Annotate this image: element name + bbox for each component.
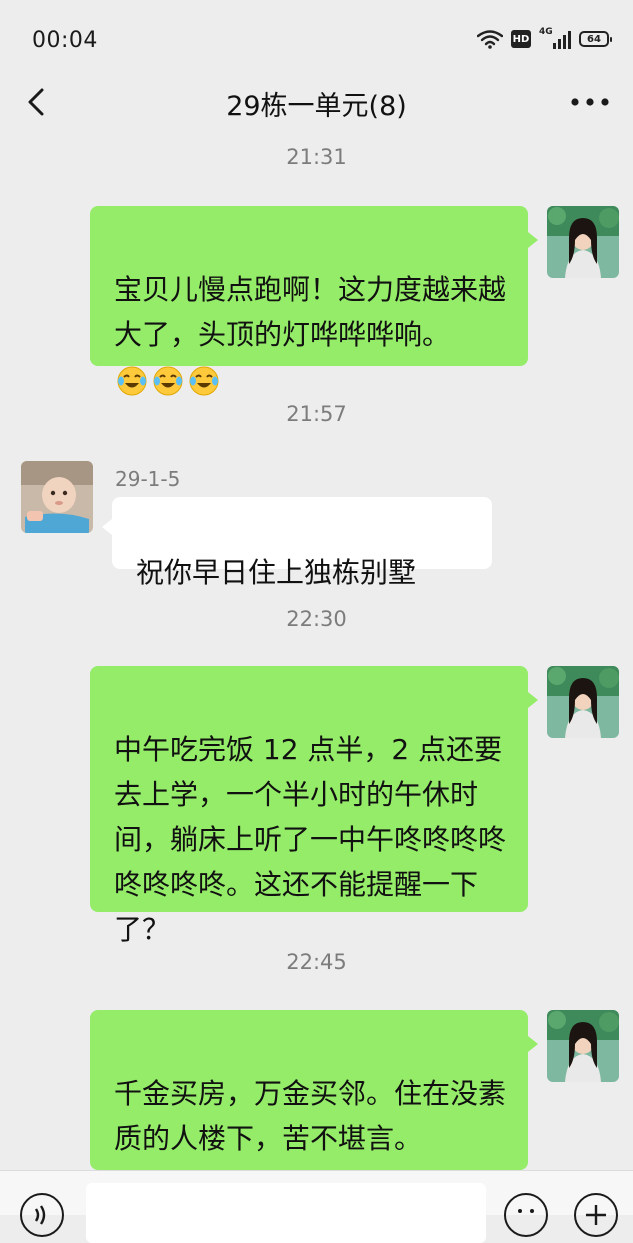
voice-icon xyxy=(34,1205,46,1225)
status-icons: HD 4G 64 xyxy=(477,26,612,52)
emoji-button[interactable] xyxy=(504,1193,548,1237)
avatar-image xyxy=(547,1010,619,1082)
face-with-tears-of-joy-icon xyxy=(117,366,147,396)
network-type-label: 4G xyxy=(539,27,553,37)
hd-icon: HD xyxy=(511,30,531,48)
voice-input-button[interactable] xyxy=(20,1193,64,1237)
emoji-icon xyxy=(518,1209,534,1213)
signal-icon: 4G xyxy=(539,27,571,49)
my-message-bubble[interactable]: 中午吃完饭 12 点半，2 点还要去上学，一个半小时的午休时间，躺床上听了一中午… xyxy=(90,666,538,946)
my-message-bubble[interactable]: 宝贝儿慢点跑啊！这力度越来越大了，头顶的灯哗哗哗响。 xyxy=(90,206,538,396)
contact-message-bubble[interactable]: 祝你早日住上独栋别墅 xyxy=(102,497,492,589)
battery-icon: 64 xyxy=(579,31,612,47)
message-timestamp: 21:31 xyxy=(286,145,347,169)
more-horizontal-icon xyxy=(571,98,609,106)
my-avatar[interactable] xyxy=(547,206,619,278)
message-input-bar xyxy=(0,1170,633,1243)
wifi-icon xyxy=(477,30,503,49)
message-timestamp: 21:57 xyxy=(286,402,347,426)
message-text: 中午吃完饭 12 点半，2 点还要去上学，一个半小时的午休时间，躺床上听了一中午… xyxy=(114,733,507,946)
message-list[interactable]: 21:31 宝贝儿慢点跑啊！这力度越来越大了，头顶的灯哗哗哗响。 21:57 2… xyxy=(0,130,633,1170)
chat-header: 29栋一单元(8) xyxy=(0,74,633,130)
message-text-input[interactable] xyxy=(86,1183,486,1243)
status-bar: 00:04 HD 4G 64 xyxy=(0,0,633,74)
status-time: 00:04 xyxy=(32,28,98,53)
battery-level: 64 xyxy=(587,33,601,45)
message-text: 宝贝儿慢点跑啊！这力度越来越大了，头顶的灯哗哗哗响。 xyxy=(114,273,507,351)
more-button[interactable] xyxy=(565,82,615,122)
my-avatar[interactable] xyxy=(547,666,619,738)
my-avatar[interactable] xyxy=(547,1010,619,1082)
emoji-row xyxy=(116,365,220,397)
avatar-image xyxy=(547,206,619,278)
plus-icon xyxy=(586,1205,606,1225)
my-message-bubble[interactable]: 千金买房，万金买邻。住在没素质的人楼下，苦不堪言。 xyxy=(90,1010,538,1170)
message-text: 祝你早日住上独栋别墅 xyxy=(136,556,417,589)
message-text: 千金买房，万金买邻。住在没素质的人楼下，苦不堪言。 xyxy=(114,1077,507,1155)
message-timestamp: 22:45 xyxy=(286,950,347,974)
sender-name: 29-1-5 xyxy=(115,467,181,491)
more-actions-button[interactable] xyxy=(574,1193,618,1237)
contact-avatar[interactable] xyxy=(21,461,93,533)
face-with-tears-of-joy-icon xyxy=(153,366,183,396)
face-with-tears-of-joy-icon xyxy=(189,366,219,396)
chat-title: 29栋一单元(8) xyxy=(226,91,407,122)
avatar-image xyxy=(547,666,619,738)
message-timestamp: 22:30 xyxy=(286,607,347,631)
avatar-image xyxy=(21,461,93,533)
